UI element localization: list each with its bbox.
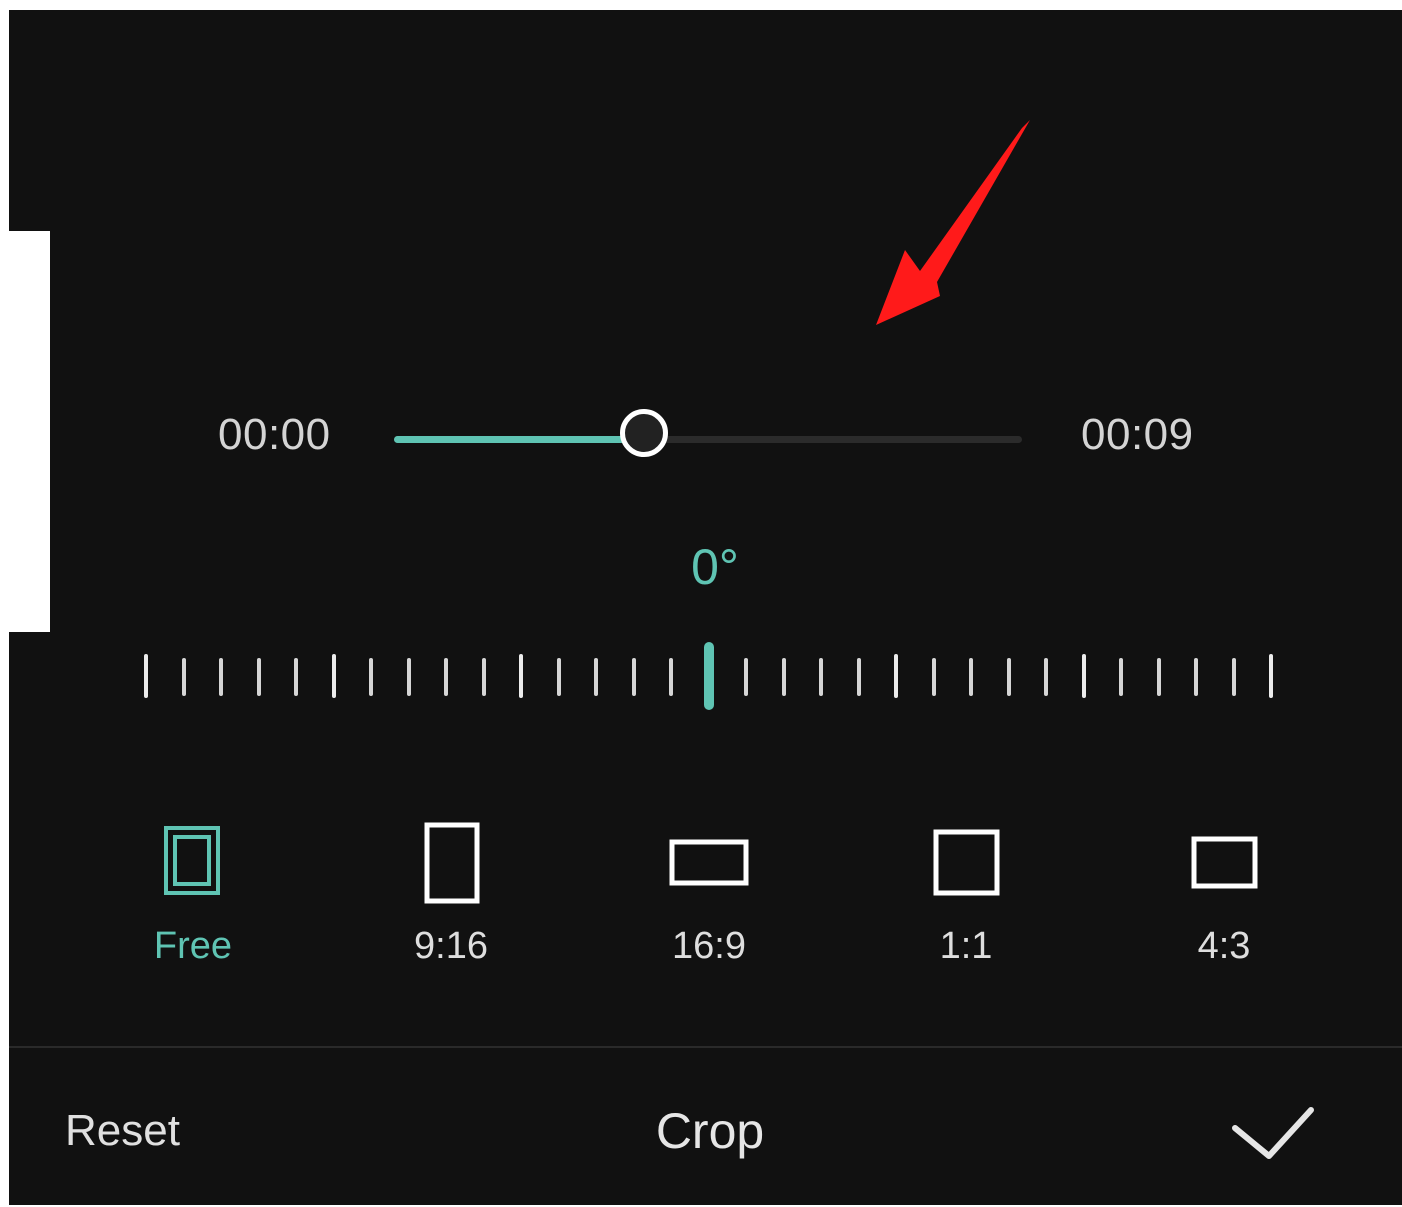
rotation-angle-value: 0° xyxy=(691,539,739,595)
ruler-minor-tick xyxy=(931,658,936,696)
ratio-label-4-3: 4:3 xyxy=(1197,925,1251,967)
free-ratio-icon xyxy=(164,826,220,895)
ruler-minor-tick xyxy=(631,658,636,696)
ruler-minor-tick xyxy=(294,658,298,696)
ruler-minor-tick xyxy=(256,658,261,696)
ratio-label-1-1: 1:1 xyxy=(939,925,993,967)
crop-editor-panel xyxy=(9,10,1402,1205)
landscape-ratio-icon xyxy=(669,839,749,886)
ruler-minor-tick xyxy=(744,658,748,696)
check-icon[interactable] xyxy=(1225,1098,1321,1164)
rotation-center-indicator xyxy=(703,642,714,710)
ruler-major-tick xyxy=(894,654,898,698)
page-title: Crop xyxy=(655,1103,765,1159)
ruler-minor-tick xyxy=(969,658,973,696)
ratio-option-1-1[interactable]: 1:1 xyxy=(866,815,1066,975)
current-time-label: 00:00 xyxy=(218,410,331,459)
ruler-minor-tick xyxy=(1006,658,1011,696)
ratio-label-16-9: 16:9 xyxy=(672,925,746,967)
ratio-option-4-3[interactable]: 4:3 xyxy=(1124,815,1324,975)
ruler-minor-tick xyxy=(181,658,186,696)
red-arrow-annotation-icon xyxy=(876,120,1030,325)
reset-button[interactable]: Reset xyxy=(65,1106,180,1156)
ruler-minor-tick xyxy=(669,658,673,696)
ruler-minor-tick xyxy=(856,658,861,696)
ruler-minor-tick xyxy=(1156,658,1161,696)
total-duration-label: 00:09 xyxy=(1081,410,1194,459)
ruler-major-tick xyxy=(1081,654,1086,698)
ruler-minor-tick xyxy=(781,658,786,696)
ruler-minor-tick xyxy=(219,658,223,696)
left-edge-strip xyxy=(0,231,50,632)
playback-scrubber-track[interactable] xyxy=(394,436,1022,443)
ruler-major-tick xyxy=(331,654,336,698)
toolbar-divider xyxy=(9,1046,1402,1048)
ruler-major-tick xyxy=(519,654,523,698)
ratio-label-9-16: 9:16 xyxy=(414,925,488,967)
ruler-major-tick xyxy=(1269,654,1273,698)
ratio-option-free[interactable]: Free xyxy=(93,815,293,975)
ratio-option-9-16[interactable]: 9:16 xyxy=(351,815,551,975)
ruler-minor-tick xyxy=(444,658,448,696)
ratio-option-16-9[interactable]: 16:9 xyxy=(609,815,809,975)
rotation-dial-ruler[interactable] xyxy=(120,640,1300,712)
ruler-minor-tick xyxy=(1194,658,1198,696)
ruler-minor-tick xyxy=(594,658,598,696)
square-ratio-icon xyxy=(933,829,1000,896)
ruler-minor-tick xyxy=(1119,658,1123,696)
ratio-label-free: Free xyxy=(153,925,233,967)
playback-scrubber-thumb[interactable] xyxy=(620,409,669,457)
portrait-ratio-icon xyxy=(424,822,480,904)
ruler-minor-tick xyxy=(406,658,411,696)
ruler-minor-tick xyxy=(1044,658,1048,696)
ruler-major-tick xyxy=(144,654,148,698)
ruler-minor-tick xyxy=(369,658,373,696)
ruler-minor-tick xyxy=(1231,658,1236,696)
ruler-minor-tick xyxy=(819,658,823,696)
four-three-ratio-icon xyxy=(1191,836,1258,889)
playback-progress-fill xyxy=(394,436,646,443)
ruler-minor-tick xyxy=(481,658,486,696)
ruler-minor-tick xyxy=(556,658,561,696)
